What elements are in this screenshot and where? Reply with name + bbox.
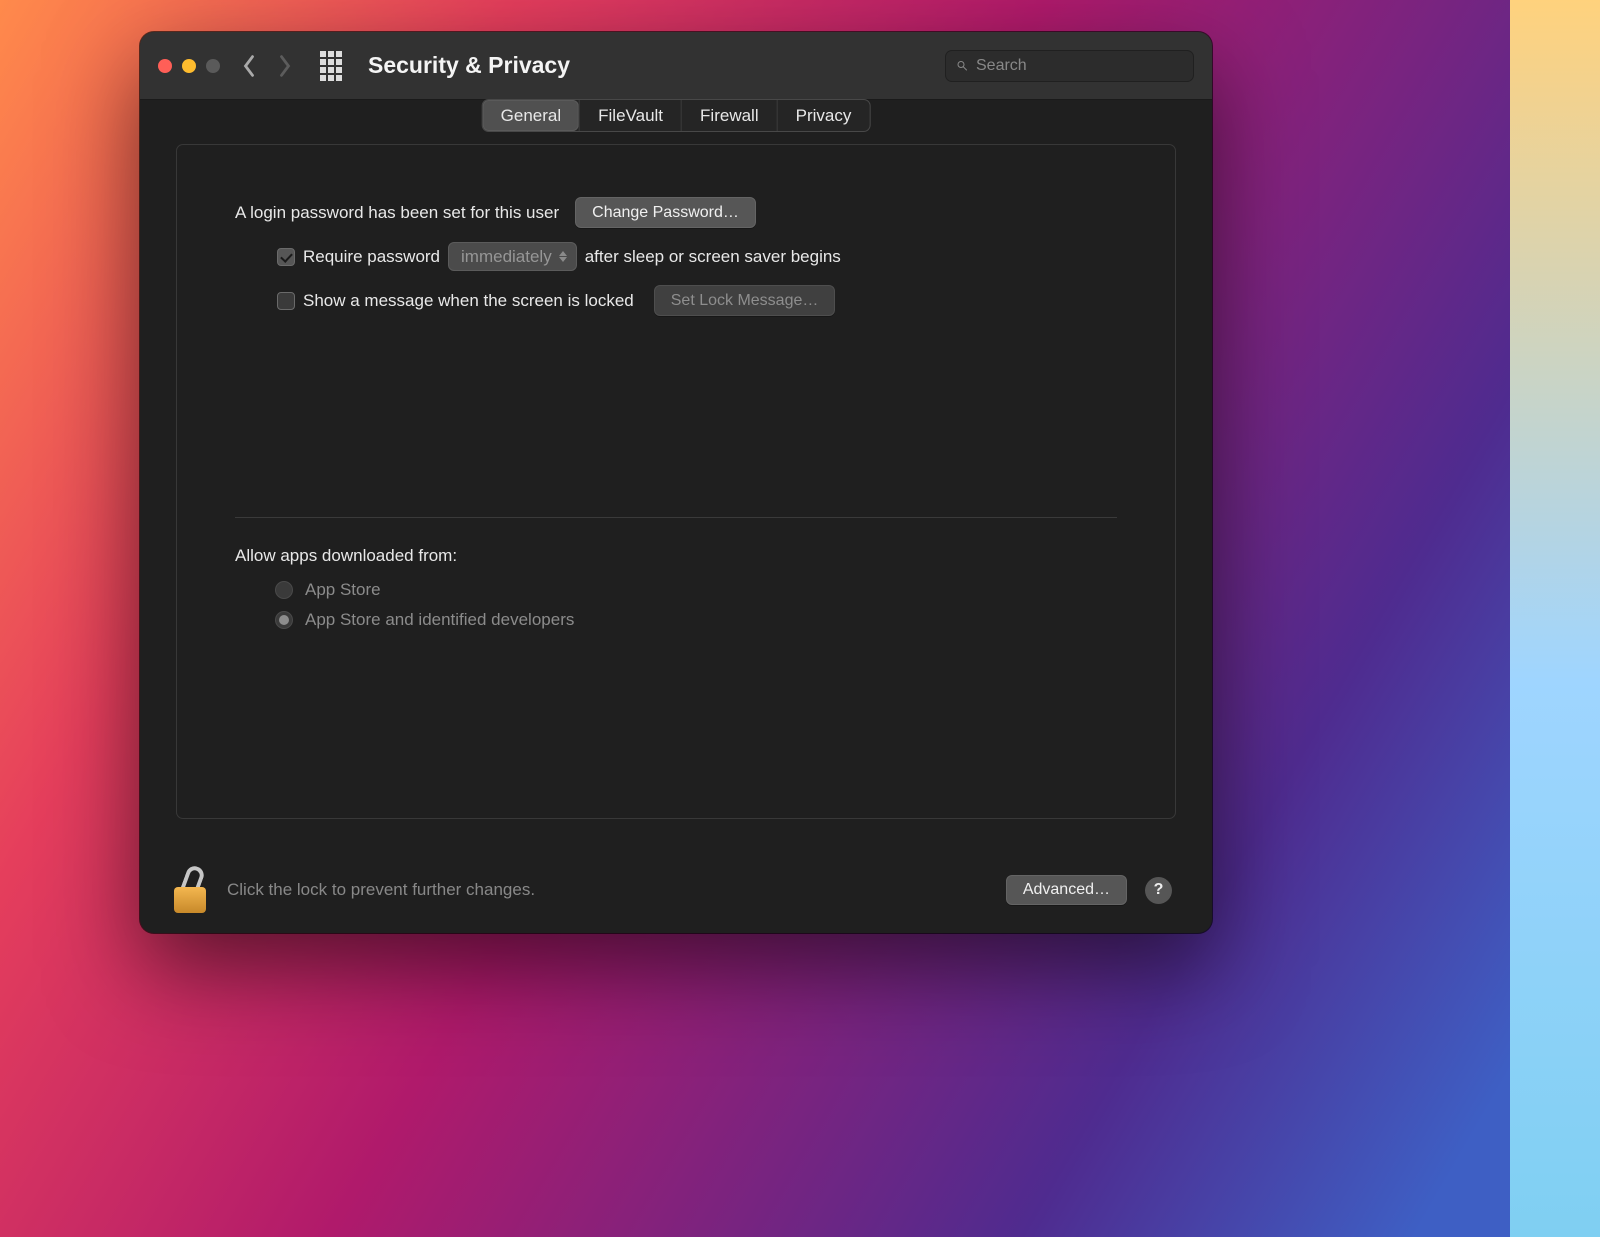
require-password-delay-select[interactable]: immediately [448,242,577,271]
tab-general[interactable]: General [483,100,579,131]
allow-apps-section: Allow apps downloaded from: App Store Ap… [235,517,1117,640]
radio-app-store-label: App Store [305,580,381,600]
show-lock-message-label: Show a message when the screen is locked [303,291,634,311]
search-icon [956,57,968,74]
minimize-window-button[interactable] [182,59,196,73]
show-lock-message-checkbox[interactable] [277,292,295,310]
back-button[interactable] [242,54,256,78]
radio-app-store-dev[interactable] [275,611,293,629]
show-all-button[interactable] [320,51,346,81]
select-stepper-icon [558,251,568,262]
lock-hint-text: Click the lock to prevent further change… [227,880,535,900]
preferences-window: Security & Privacy General FileVault Fir… [140,32,1212,933]
login-password-status-text: A login password has been set for this u… [235,203,559,223]
require-password-checkbox[interactable] [277,248,295,266]
change-password-button[interactable]: Change Password… [575,197,756,228]
footer: Click the lock to prevent further change… [140,847,1212,933]
search-input[interactable] [976,57,1183,75]
zoom-window-button[interactable] [206,59,220,73]
help-button[interactable]: ? [1145,877,1172,904]
require-password-delay-value: immediately [461,247,552,267]
radio-app-store[interactable] [275,581,293,599]
require-password-prefix: Require password [303,247,440,267]
titlebar: Security & Privacy [140,32,1212,100]
allow-apps-label: Allow apps downloaded from: [235,546,1117,566]
search-field[interactable] [945,50,1194,82]
forward-button[interactable] [278,54,292,78]
general-panel: A login password has been set for this u… [176,144,1176,819]
tab-bar: General FileVault Firewall Privacy [482,99,871,132]
pane-content: General FileVault Firewall Privacy A log… [140,100,1212,847]
window-title: Security & Privacy [368,52,570,79]
nav-buttons [242,54,292,78]
tab-privacy[interactable]: Privacy [777,100,870,131]
window-controls [158,59,220,73]
divider [235,517,1117,518]
require-password-suffix: after sleep or screen saver begins [585,247,841,267]
close-window-button[interactable] [158,59,172,73]
radio-app-store-dev-label: App Store and identified developers [305,610,574,630]
tab-filevault[interactable]: FileVault [579,100,681,131]
advanced-button[interactable]: Advanced… [1006,875,1127,905]
set-lock-message-button[interactable]: Set Lock Message… [654,285,836,316]
lock-icon[interactable] [168,868,211,913]
tab-firewall[interactable]: Firewall [681,100,777,131]
